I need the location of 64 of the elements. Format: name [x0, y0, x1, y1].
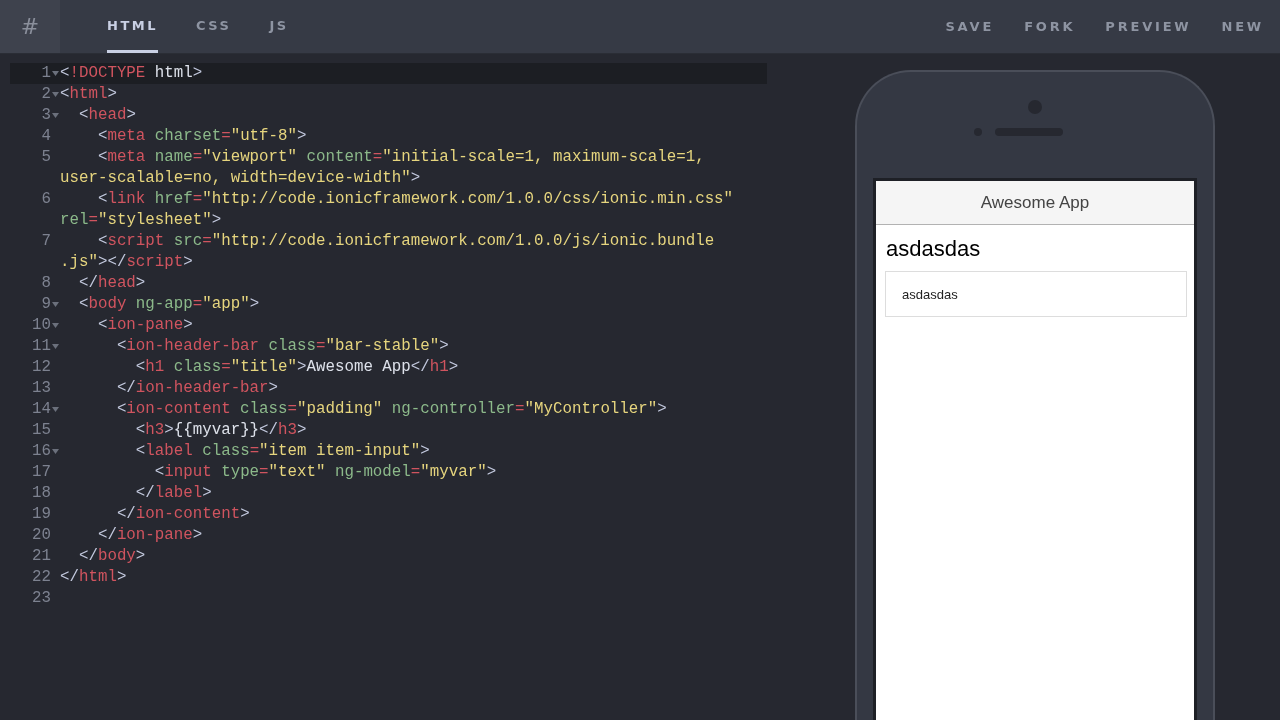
- line-number: 15: [32, 420, 51, 441]
- code-line: </head>: [77, 273, 146, 294]
- toolbar-action[interactable]: NEW: [1221, 19, 1264, 34]
- code-line: <label class="item item-input">: [134, 441, 430, 462]
- editor-tab[interactable]: CSS: [195, 0, 232, 53]
- code-line: <script src="http://code.ionicframework.com/1.0.0/js/ionic.bundle .js"></script>: [60, 231, 715, 273]
- line-number: 21: [32, 546, 51, 567]
- line-number: 6: [41, 189, 51, 210]
- line-number: 14: [32, 399, 51, 420]
- line-number: 23: [32, 588, 51, 609]
- code-line: <body ng-app="app">: [77, 294, 260, 315]
- toolbar-action[interactable]: FORK: [1024, 19, 1076, 34]
- logo-button[interactable]: #: [0, 0, 60, 53]
- line-number: 19: [32, 504, 51, 525]
- code-line: <h1 class="title">Awesome App</h1>: [134, 357, 459, 378]
- app-title: Awesome App: [980, 192, 1090, 213]
- heading: asdasdas: [886, 236, 982, 262]
- input-field[interactable]: asdasdas: [885, 271, 1187, 317]
- code-line: <meta name="viewport" content="initial-scale=1, maximum-scale=1, user-scalable=no, width=device-width">: [60, 147, 705, 189]
- code-line: <meta charset="utf-8">: [96, 126, 307, 147]
- editor-tab[interactable]: HTML: [107, 0, 158, 53]
- code-line: </ion-pane>: [96, 525, 203, 546]
- code-line: <head>: [77, 105, 136, 126]
- code-line: <input type="text" ng-model="myvar">: [153, 462, 497, 483]
- line-number: 5: [41, 147, 51, 168]
- code-line: <html>: [60, 84, 117, 105]
- line-number: 22: [32, 567, 51, 588]
- code-line: <h3>{{myvar}}</h3>: [134, 420, 307, 441]
- fold-icon[interactable]: [52, 302, 59, 307]
- toolbar-action[interactable]: PREVIEW: [1105, 19, 1192, 34]
- line-number: 3: [41, 105, 51, 126]
- line-number: 17: [32, 462, 51, 483]
- fold-icon[interactable]: [52, 113, 59, 118]
- code-line: </html>: [60, 567, 127, 588]
- line-number: 8: [41, 273, 51, 294]
- fold-icon[interactable]: [52, 92, 59, 97]
- code-line: <ion-pane>: [96, 315, 193, 336]
- editor-tab[interactable]: JS: [269, 0, 289, 53]
- code-line: <ion-header-bar class="bar-stable">: [115, 336, 449, 357]
- fold-icon[interactable]: [52, 407, 59, 412]
- fold-icon[interactable]: [52, 71, 59, 76]
- line-number: 16: [32, 441, 51, 462]
- line-number: 13: [32, 378, 51, 399]
- line-number: 18: [32, 483, 51, 504]
- line-number: 2: [41, 84, 51, 105]
- line-number: 12: [32, 357, 51, 378]
- line-number: 7: [41, 231, 51, 252]
- code-line: </body>: [77, 546, 146, 567]
- line-number: 20: [32, 525, 51, 546]
- code-line: </ion-header-bar>: [115, 378, 279, 399]
- fold-icon[interactable]: [52, 323, 59, 328]
- toolbar-action[interactable]: SAVE: [945, 19, 995, 34]
- code-line: <!DOCTYPE html>: [60, 63, 203, 84]
- code-line: </ion-content>: [115, 504, 250, 525]
- fold-icon[interactable]: [52, 344, 59, 349]
- line-number: 9: [41, 294, 51, 315]
- line-number: 1: [41, 63, 51, 84]
- fold-icon[interactable]: [52, 449, 59, 454]
- code-line: </label>: [134, 483, 212, 504]
- line-number: 11: [32, 336, 51, 357]
- line-number: 10: [32, 315, 51, 336]
- code-line: <ion-content class="padding" ng-controller="MyController">: [115, 399, 667, 420]
- code-line: <link href="http://code.ionicframework.com/1.0.0/css/ionic.min.css" rel="stylesheet">: [60, 189, 734, 231]
- line-number: 4: [41, 126, 51, 147]
